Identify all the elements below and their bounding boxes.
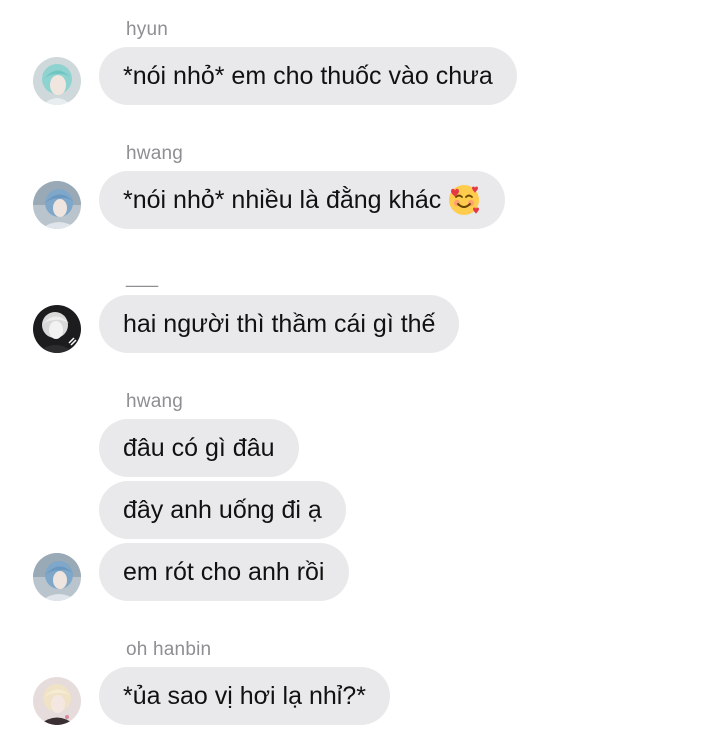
message-text: *ủa sao vị hơi lạ nhỉ?*	[123, 681, 366, 710]
message-text: hai người thì thầm cái gì thế	[123, 309, 436, 338]
user-avatar-dark-icon[interactable]	[33, 305, 81, 353]
message-text: *nói nhỏ* em cho thuốc vào chưa	[123, 61, 493, 90]
message-text: *nói nhỏ* nhiều là đằng khác	[123, 185, 442, 214]
message-text: em rót cho anh rồi	[123, 557, 325, 586]
message-bubble[interactable]: đây anh uống đi ạ	[99, 481, 346, 539]
user-avatar-blue-hair-icon[interactable]	[33, 553, 81, 601]
sender-name: oh hanbin	[126, 639, 212, 660]
user-avatar-blond-hair-icon[interactable]	[33, 677, 81, 725]
message-bubble[interactable]: *nói nhỏ* em cho thuốc vào chưa	[99, 47, 517, 105]
message-bubble[interactable]: em rót cho anh rồi	[99, 543, 349, 601]
sender-name: hwang	[126, 391, 183, 412]
smiling-face-with-hearts-emoji-icon	[447, 183, 481, 217]
user-avatar-blue-hair-icon[interactable]	[33, 181, 81, 229]
user-avatar-teal-hair-icon[interactable]	[33, 57, 81, 105]
message-bubble[interactable]: đâu có gì đâu	[99, 419, 299, 477]
message-bubble[interactable]: *nói nhỏ* nhiều là đằng khác	[99, 171, 506, 229]
message-text: đây anh uống đi ạ	[123, 495, 322, 524]
sender-name: hyun	[126, 19, 169, 40]
chat-transcript: hyun *nói nhỏ* em cho thuốc vào chưa hwa…	[0, 0, 720, 736]
message-text: đâu có gì đâu	[123, 433, 275, 462]
message-bubble[interactable]: hai người thì thầm cái gì thế	[99, 295, 460, 353]
sender-name: ___	[126, 267, 159, 288]
sender-name: hwang	[126, 143, 183, 164]
message-bubble[interactable]: *ủa sao vị hơi lạ nhỉ?*	[99, 667, 390, 725]
